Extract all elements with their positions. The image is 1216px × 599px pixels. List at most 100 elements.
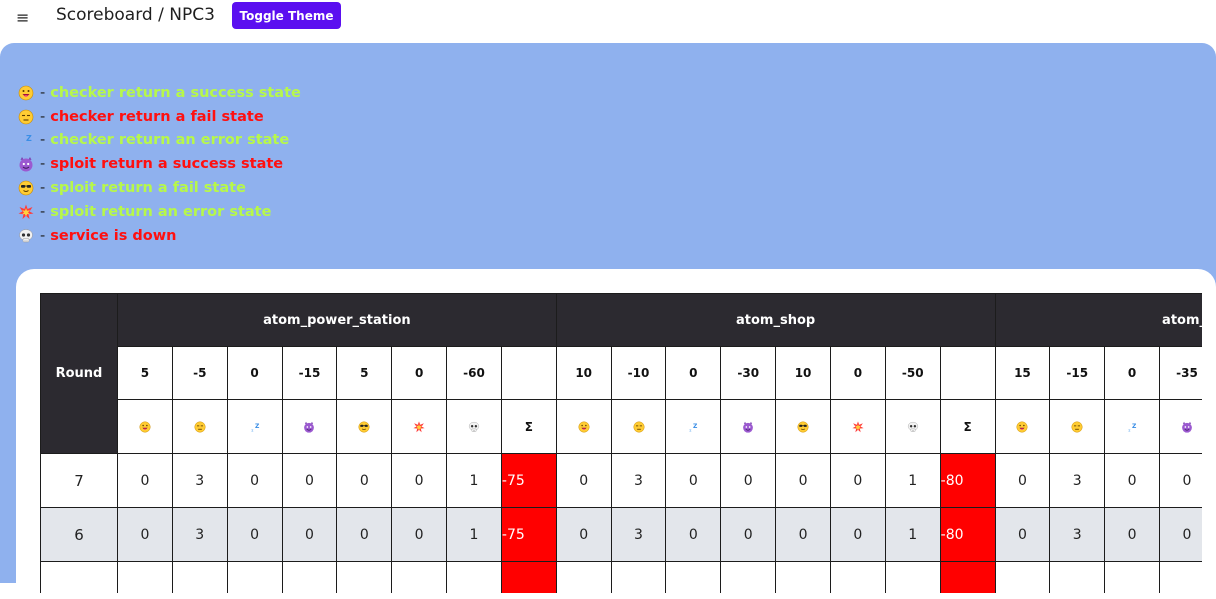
legend: - checker return a success state - checker …	[18, 81, 301, 248]
status-icon-header	[1049, 399, 1106, 454]
count-cell: 0	[1159, 453, 1202, 508]
count-cell	[391, 561, 448, 593]
table-row: 60300001-750300001-8003000	[40, 507, 1202, 562]
count-cell: 0	[994, 453, 1051, 508]
count-cell: 0	[829, 507, 886, 562]
count-cell: 0	[1104, 453, 1161, 508]
count-cell: 0	[720, 507, 777, 562]
count-cell	[281, 561, 338, 593]
legend-label: checker return an error state	[50, 132, 290, 149]
count-cell: 0	[665, 453, 722, 508]
devil-face-icon	[1181, 421, 1193, 433]
toggle-theme-button[interactable]: Toggle Theme	[232, 2, 341, 29]
count-cell: 3	[1049, 453, 1106, 508]
score-value: 10	[775, 346, 831, 400]
unamused-face-icon	[18, 109, 34, 125]
unamused-face-icon	[1071, 421, 1083, 433]
score-value: -5	[171, 346, 228, 400]
count-cell: 0	[994, 507, 1051, 562]
sum-header: Σ	[500, 399, 557, 454]
score-value: 0	[226, 346, 283, 400]
status-icon-header	[1159, 399, 1202, 454]
count-cell: 0	[226, 453, 283, 508]
count-cell	[1104, 561, 1161, 593]
zzz-sleep-icon: Zz	[1126, 421, 1138, 433]
count-cell	[336, 561, 393, 593]
hamburger-menu-icon[interactable]: ≡	[16, 8, 29, 27]
score-value: -15	[1049, 346, 1106, 400]
sum-cell: -80	[939, 507, 996, 562]
legend-label: sploit return a fail state	[50, 180, 246, 197]
score-value: 0	[665, 346, 722, 400]
main-panel: - checker return a success state - checker …	[0, 43, 1216, 599]
count-cell: 0	[336, 453, 393, 508]
score-value: 15	[994, 346, 1051, 400]
score-value: -10	[610, 346, 667, 400]
count-cell	[1159, 561, 1202, 593]
scoreboard-table-wrap[interactable]: Roundatom_power_stationatom_shopatom_stu…	[40, 293, 1202, 593]
count-cell	[775, 561, 831, 593]
legend-dash: -	[40, 156, 46, 173]
status-icon-header	[829, 399, 886, 454]
count-cell: 0	[117, 507, 173, 562]
skull-icon	[468, 421, 480, 433]
count-cell: 0	[117, 453, 173, 508]
legend-dash: -	[40, 203, 46, 220]
sum-cell: -75	[500, 507, 557, 562]
status-icon-header	[117, 399, 173, 454]
count-cell: 0	[1104, 507, 1161, 562]
score-value: -35	[1159, 346, 1202, 400]
collision-icon	[18, 204, 34, 220]
skull-icon	[18, 228, 34, 244]
score-value: 0	[829, 346, 886, 400]
status-icon-header: Zz	[226, 399, 283, 454]
status-icon-header	[555, 399, 612, 454]
scoreboard-card: Roundatom_power_stationatom_shopatom_stu…	[16, 269, 1216, 599]
count-cell	[40, 561, 118, 593]
count-cell: 1	[446, 453, 502, 508]
legend-label: sploit return a success state	[50, 156, 284, 173]
count-cell: 0	[391, 507, 448, 562]
grinning-face-icon	[139, 421, 151, 433]
sunglasses-face-icon	[18, 180, 34, 196]
round-number: 6	[40, 507, 118, 562]
status-icon-header	[610, 399, 667, 454]
breadcrumb: Scoreboard / NPC3	[56, 5, 215, 25]
zzz-sleep-icon: Zz	[687, 421, 699, 433]
legend-dash: -	[40, 132, 46, 149]
svg-text:Z: Z	[26, 134, 32, 143]
unamused-face-icon	[633, 421, 645, 433]
grinning-face-icon	[578, 421, 590, 433]
count-cell: 0	[391, 453, 448, 508]
sum-cell	[500, 561, 557, 593]
status-icon-header	[336, 399, 393, 454]
service-header: atom_study	[994, 293, 1202, 347]
score-value-empty	[939, 346, 996, 400]
count-cell: 3	[171, 453, 228, 508]
svg-text:Z: Z	[1132, 423, 1137, 430]
sunglasses-face-icon	[358, 421, 370, 433]
count-cell: 0	[1159, 507, 1202, 562]
count-cell: 0	[720, 453, 777, 508]
count-cell: 0	[775, 453, 831, 508]
legend-item: - sploit return an error state	[18, 200, 301, 224]
score-value: 10	[555, 346, 612, 400]
count-cell	[994, 561, 1051, 593]
service-header: atom_power_station	[117, 293, 557, 347]
count-cell	[171, 561, 228, 593]
devil-face-icon	[303, 421, 315, 433]
zzz-sleep-icon: Zz	[249, 421, 261, 433]
legend-label: checker return a success state	[50, 84, 301, 101]
status-icon-header	[994, 399, 1051, 454]
unamused-face-icon	[194, 421, 206, 433]
count-cell: 1	[446, 507, 502, 562]
legend-label: checker return a fail state	[50, 108, 264, 125]
legend-dash: -	[40, 108, 46, 125]
count-cell	[884, 561, 941, 593]
legend-dash: -	[40, 180, 46, 197]
zzz-sleep-icon: Zz	[18, 132, 34, 148]
score-value: 0	[1104, 346, 1161, 400]
top-bar: ≡ Scoreboard / NPC3 Toggle Theme	[0, 0, 1216, 38]
count-cell	[446, 561, 502, 593]
count-cell	[665, 561, 722, 593]
